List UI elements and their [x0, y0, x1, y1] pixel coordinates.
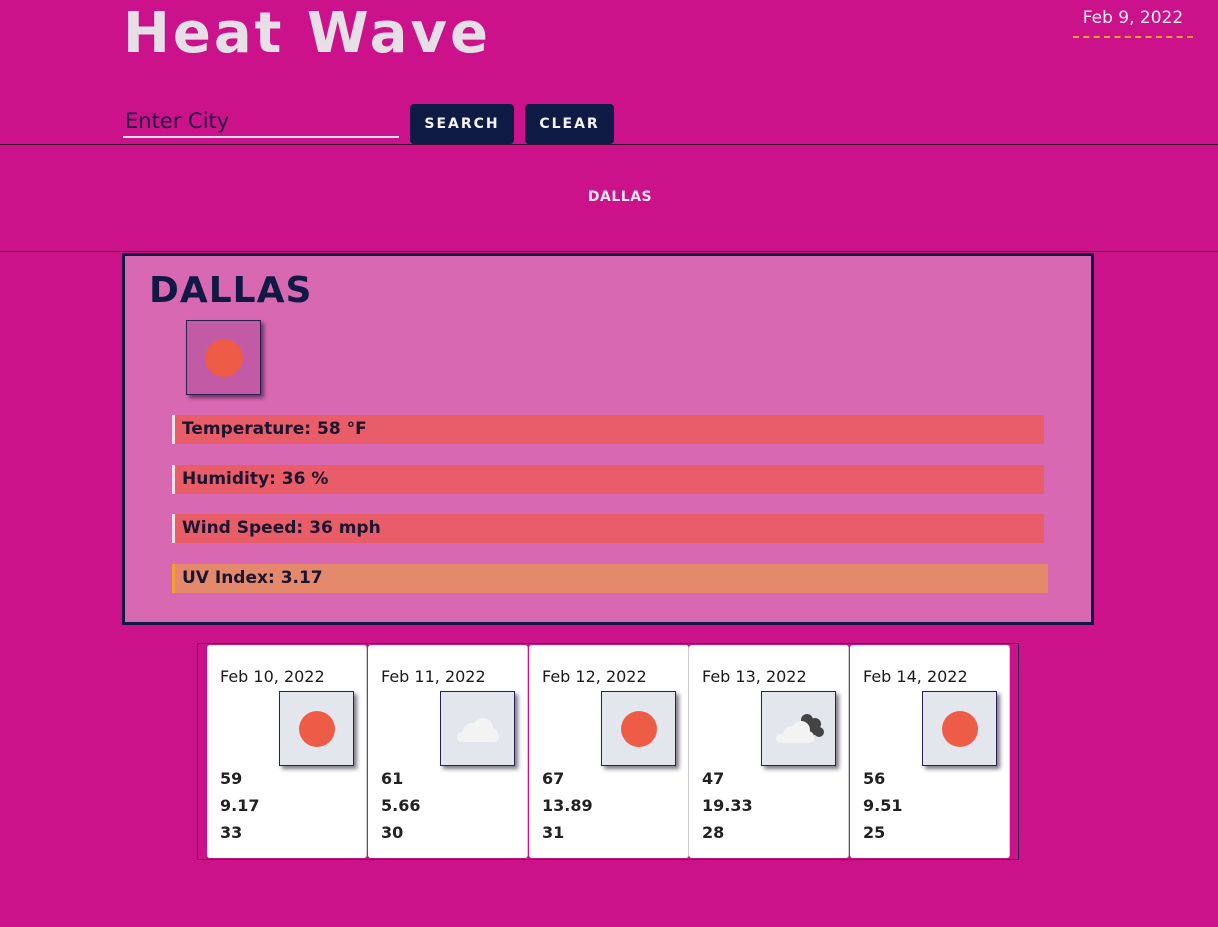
temperature-stat: Temperature: 58 °F	[172, 415, 1044, 444]
forecast-card: Feb 14, 2022 56 9.51 25	[850, 645, 1010, 858]
search-history: DALLAS	[0, 144, 1218, 252]
city-name: DALLAS	[149, 270, 313, 311]
forecast-card: Feb 13, 2022 47 19.33 28	[689, 645, 849, 858]
forecast-humidity: 31	[542, 823, 565, 842]
forecast-date: Feb 13, 2022	[702, 667, 807, 686]
current-weather-icon-box	[186, 320, 261, 395]
forecast-temp: 47	[702, 769, 725, 788]
broken-clouds-icon	[776, 714, 824, 743]
humidity-stat: Humidity: 36 %	[172, 465, 1044, 494]
forecast-wind: 9.51	[863, 796, 903, 815]
forecast-temp: 61	[381, 769, 404, 788]
forecast-date: Feb 10, 2022	[220, 667, 325, 686]
current-weather-card: DALLAS Temperature: 58 °F Humidity: 36 %…	[122, 253, 1094, 625]
app-title: Heat Wave	[123, 1, 491, 66]
search-button[interactable]: SEARCH	[410, 104, 514, 144]
clear-sun-icon	[204, 338, 243, 377]
forecast-wind: 19.33	[702, 796, 753, 815]
current-date: Feb 9, 2022	[1073, 8, 1193, 38]
forecast-humidity: 33	[220, 823, 243, 842]
forecast-temp: 67	[542, 769, 565, 788]
forecast-card: Feb 12, 2022 67 13.89 31	[529, 645, 689, 858]
forecast-card: Feb 11, 2022 61 5.66 30	[368, 645, 528, 858]
forecast-date: Feb 12, 2022	[542, 667, 647, 686]
history-item-dallas[interactable]: DALLAS	[560, 189, 680, 205]
forecast-icon-box	[440, 691, 515, 766]
forecast-date: Feb 11, 2022	[381, 667, 486, 686]
forecast-humidity: 25	[863, 823, 886, 842]
forecast-icon-box	[601, 691, 676, 766]
forecast-wind: 9.17	[220, 796, 260, 815]
cloud-icon	[457, 718, 499, 742]
forecast-humidity: 28	[702, 823, 725, 842]
forecast-wind: 5.66	[381, 796, 421, 815]
forecast-icon-box	[761, 691, 836, 766]
forecast-icon-box	[922, 691, 997, 766]
uv-index-stat: UV Index: 3.17	[172, 564, 1048, 593]
forecast-card: Feb 10, 2022 59 9.17 33	[207, 645, 367, 858]
forecast-temp: 56	[863, 769, 886, 788]
forecast-wind: 13.89	[542, 796, 593, 815]
forecast-icon-box	[279, 691, 354, 766]
clear-button[interactable]: CLEAR	[525, 104, 614, 144]
forecast-humidity: 30	[381, 823, 404, 842]
clear-sun-icon	[941, 710, 978, 747]
clear-sun-icon	[620, 710, 657, 747]
weather-dashboard: Heat Wave Feb 9, 2022 SEARCH CLEAR DALLA…	[0, 0, 1218, 927]
five-day-forecast: Feb 10, 2022 59 9.17 33 Feb 11, 2022 61 …	[197, 643, 1019, 860]
forecast-temp: 59	[220, 769, 243, 788]
forecast-date: Feb 14, 2022	[863, 667, 968, 686]
wind-speed-stat: Wind Speed: 36 mph	[172, 514, 1044, 543]
clear-sun-icon	[298, 710, 335, 747]
city-search-input[interactable]	[123, 106, 399, 138]
